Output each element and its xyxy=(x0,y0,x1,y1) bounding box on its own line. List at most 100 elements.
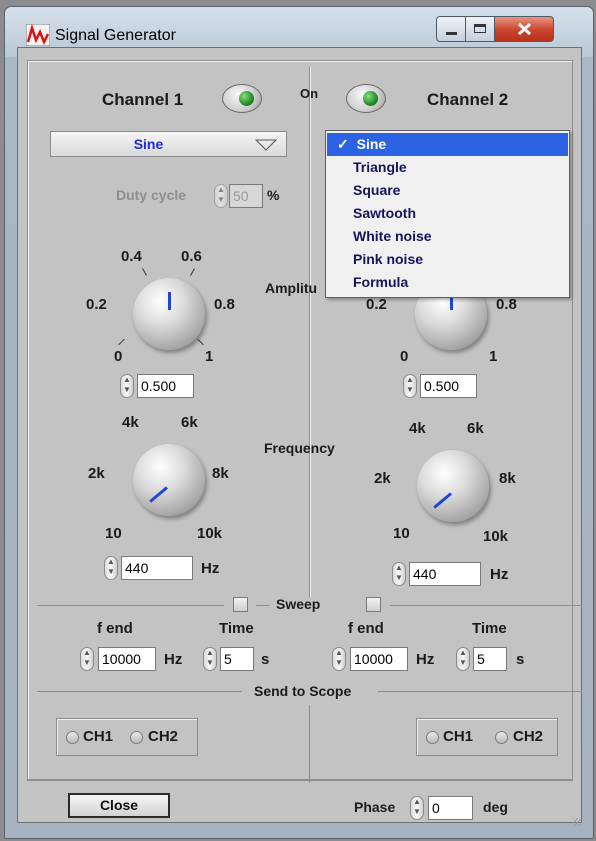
phase-unit: deg xyxy=(483,799,508,815)
freq2-scale-2k: 2k xyxy=(374,470,391,487)
channel2-frequency-knob[interactable] xyxy=(417,450,489,522)
channel2-time-label: Time xyxy=(472,620,507,637)
channel2-f-end-stepper[interactable]: ▲ ▼ xyxy=(332,647,346,671)
channel1-time-input[interactable]: 5 xyxy=(220,647,254,671)
resize-grip-icon[interactable] xyxy=(573,818,581,826)
channel1-scope-radio-group: CH1 CH2 xyxy=(56,718,198,756)
amp-scale-0.2: 0.2 xyxy=(86,296,107,313)
menu-item-label: Sine xyxy=(356,136,387,152)
channel1-amplitude-input[interactable]: 0.500 xyxy=(137,374,194,398)
channel2-label: Channel 2 xyxy=(427,90,509,109)
knob-pointer xyxy=(433,492,452,509)
channel1-sweep-checkbox[interactable] xyxy=(233,597,248,612)
freq2-scale-8k: 8k xyxy=(499,470,516,487)
channel-divider-highlight xyxy=(310,67,311,597)
freq2-scale-10k: 10k xyxy=(483,528,509,545)
amp2-scale-0.2: 0.2 xyxy=(366,296,387,313)
scope-frame-line xyxy=(37,691,242,692)
menu-item-formula[interactable]: Formula xyxy=(327,271,568,294)
menu-item-white-noise[interactable]: White noise xyxy=(327,225,568,248)
channel2-f-end-unit: Hz xyxy=(416,651,435,668)
menu-item-square[interactable]: Square xyxy=(327,179,568,202)
channel1-f-end-stepper[interactable]: ▲ ▼ xyxy=(80,647,94,671)
amp-scale-0.4: 0.4 xyxy=(121,248,142,265)
channel1-frequency-knob[interactable] xyxy=(133,444,205,516)
freq2-scale-6k: 6k xyxy=(467,420,484,437)
phase-input[interactable]: 0 xyxy=(428,796,473,820)
amp-scale-0.6: 0.6 xyxy=(181,248,202,265)
channel2-freq-unit: Hz xyxy=(490,566,509,583)
amp-scale-0.8: 0.8 xyxy=(214,296,235,313)
maximize-button[interactable] xyxy=(465,16,495,42)
send-to-scope-label: Send to Scope xyxy=(254,683,352,699)
channel1-time-unit: s xyxy=(261,651,270,668)
channel2-scope-ch2-radio[interactable] xyxy=(495,731,508,744)
channel1-label: Channel 1 xyxy=(102,90,184,109)
channel1-time-stepper[interactable]: ▲ ▼ xyxy=(203,647,217,671)
channel1-time-label: Time xyxy=(219,620,254,637)
channel1-frequency-input[interactable]: 440 xyxy=(121,556,193,580)
amp2-scale-0: 0 xyxy=(400,348,409,365)
channel2-time-stepper[interactable]: ▲ ▼ xyxy=(456,647,470,671)
freq-scale-10k: 10k xyxy=(197,525,223,542)
channel2-f-end-input[interactable]: 10000 xyxy=(350,647,408,671)
channel2-time-unit: s xyxy=(516,651,525,668)
freq2-scale-10: 10 xyxy=(393,525,410,542)
channel2-sweep-checkbox[interactable] xyxy=(366,597,381,612)
channel2-waveform-menu: ✓ Sine Triangle Square Sawtooth White no… xyxy=(325,130,570,298)
freq-scale-6k: 6k xyxy=(181,414,198,431)
duty-cycle-label: Duty cycle xyxy=(116,187,187,203)
channel1-f-end-unit: Hz xyxy=(164,651,183,668)
menu-item-sawtooth[interactable]: Sawtooth xyxy=(327,202,568,225)
channel2-scope-ch1-radio[interactable] xyxy=(426,731,439,744)
channel2-scope-radio-group: CH1 CH2 xyxy=(416,718,558,756)
channel1-on-toggle[interactable] xyxy=(222,84,262,113)
channel1-scope-ch1-radio[interactable] xyxy=(66,731,79,744)
channel2-time-input[interactable]: 5 xyxy=(473,647,507,671)
window-title: Signal Generator xyxy=(55,27,176,44)
freq2-scale-4k: 4k xyxy=(409,420,426,437)
channel2-amplitude-input[interactable]: 0.500 xyxy=(420,374,477,398)
phase-stepper[interactable]: ▲ ▼ xyxy=(410,796,424,820)
menu-item-pink-noise[interactable]: Pink noise xyxy=(327,248,568,271)
menu-item-triangle[interactable]: Triangle xyxy=(327,156,568,179)
sweep-frame-line xyxy=(390,605,582,606)
bottom-divider xyxy=(27,780,573,781)
duty-cycle-input[interactable]: 50 xyxy=(229,184,263,208)
close-button[interactable]: Close xyxy=(68,793,170,818)
menu-item-sine[interactable]: ✓ Sine xyxy=(327,133,568,156)
freq-scale-2k: 2k xyxy=(88,465,105,482)
amp2-scale-0.8: 0.8 xyxy=(496,296,517,313)
channel1-scope-ch2-radio[interactable] xyxy=(130,731,143,744)
channel2-f-end-label: f end xyxy=(348,620,384,637)
channel1-amplitude-knob[interactable] xyxy=(133,278,205,350)
duty-cycle-unit: % xyxy=(267,187,280,203)
channel1-freq-unit: Hz xyxy=(201,560,220,577)
ch2-label: CH2 xyxy=(148,728,179,745)
phase-label: Phase xyxy=(354,799,396,815)
channel1-f-end-label: f end xyxy=(97,620,133,637)
sweep-frame-line xyxy=(256,605,269,606)
freq-scale-10: 10 xyxy=(105,525,122,542)
channel1-waveform-dropdown[interactable]: Sine xyxy=(50,131,287,157)
close-window-button[interactable] xyxy=(494,16,554,42)
channel2-frequency-input[interactable]: 440 xyxy=(409,562,481,586)
channel2-frequency-stepper[interactable]: ▲ ▼ xyxy=(392,562,406,586)
freq-scale-4k: 4k xyxy=(122,414,139,431)
chevron-down-icon xyxy=(255,139,277,151)
duty-cycle-stepper[interactable]: ▲ ▼ xyxy=(214,184,228,208)
sweep-frame-line xyxy=(37,605,224,606)
ch2-label: CH2 xyxy=(513,728,544,745)
minimize-button[interactable] xyxy=(436,16,466,42)
channel1-amplitude-stepper[interactable]: ▲ ▼ xyxy=(120,374,134,398)
signal-wave-icon xyxy=(26,24,50,46)
amp-scale-0: 0 xyxy=(114,348,123,365)
channel2-on-toggle[interactable] xyxy=(346,84,386,113)
channel2-amplitude-stepper[interactable]: ▲ ▼ xyxy=(403,374,417,398)
maximize-icon xyxy=(474,24,486,33)
led-indicator xyxy=(239,91,254,106)
channel1-frequency-stepper[interactable]: ▲ ▼ xyxy=(104,556,118,580)
channel1-f-end-input[interactable]: 10000 xyxy=(98,647,156,671)
on-label: On xyxy=(300,86,319,101)
ch1-label: CH1 xyxy=(83,728,114,745)
